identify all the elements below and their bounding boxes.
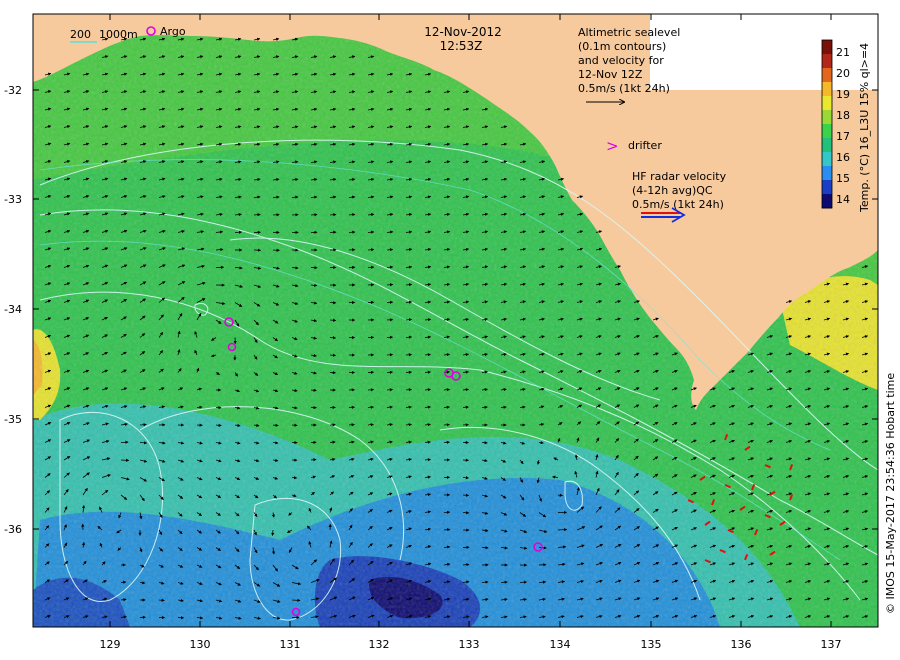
argo-legend-label: Argo — [160, 25, 186, 38]
y-tick-label: -33 — [4, 193, 22, 206]
velocity-arrow — [196, 405, 203, 409]
velocity-arrow — [462, 405, 469, 409]
velocity-arrow — [253, 213, 261, 217]
x-tick-label: 132 — [369, 638, 390, 651]
velocity-arrow — [139, 441, 148, 445]
x-tick-label: 137 — [821, 638, 842, 651]
colorbar-swatch — [822, 40, 832, 55]
y-tick-label: -35 — [4, 413, 22, 426]
hf-line-2: (4-12h avg)QC — [632, 184, 713, 197]
sst-map: 129 130 131 132 133 134 135 136 137 -32 … — [4, 13, 897, 651]
velocity-arrow — [139, 423, 147, 427]
x-tick-label: 129 — [100, 638, 121, 651]
colorbar-swatch — [822, 110, 832, 125]
velocity-arrow — [386, 283, 394, 287]
drifter-legend-icon: > — [606, 137, 619, 155]
colorbar-swatch — [822, 194, 832, 209]
velocity-arrow — [348, 230, 356, 234]
velocity-arrow — [367, 248, 375, 252]
velocity-arrow — [462, 476, 470, 480]
y-axis-labels: -32 -33 -34 -35 -36 — [4, 84, 22, 536]
altimetry-line-2: (0.1m contours) — [578, 40, 666, 53]
y-tick-label: -32 — [4, 84, 22, 97]
plot-area — [33, 14, 878, 627]
velocity-arrow — [557, 528, 568, 532]
colorbar-tick: 20 — [836, 67, 850, 80]
velocity-arrow — [443, 405, 450, 409]
colorbar-tick: 19 — [836, 88, 850, 101]
map-time: 12:53Z — [440, 39, 483, 53]
x-tick-label: 131 — [280, 638, 301, 651]
velocity-arrow — [310, 388, 317, 392]
colorbar-swatch — [822, 54, 832, 69]
scale-1000-label: 1000m — [99, 28, 138, 41]
colorbar-tick: 15 — [836, 172, 850, 185]
y-tick-label: -36 — [4, 523, 22, 536]
velocity-arrow — [367, 405, 374, 409]
x-tick-label: 135 — [641, 638, 662, 651]
hf-line-1: HF radar velocity — [632, 170, 727, 183]
y-tick-label: -34 — [4, 303, 22, 316]
colorbar-tick: 16 — [836, 151, 850, 164]
velocity-arrow — [462, 493, 470, 497]
colorbar-swatch — [822, 124, 832, 139]
velocity-arrow — [329, 318, 337, 322]
colorbar-tick: 18 — [836, 109, 850, 122]
altimetry-line-5: 0.5m/s (1kt 24h) — [578, 82, 670, 95]
velocity-arrow — [329, 213, 337, 217]
velocity-arrow — [291, 598, 301, 602]
velocity-arrow — [519, 580, 528, 584]
altimetry-line-1: Altimetric sealevel — [578, 26, 680, 39]
velocity-arrow — [329, 336, 337, 340]
velocity-arrow — [348, 423, 355, 427]
velocity-arrow — [271, 529, 275, 537]
velocity-arrow — [158, 598, 165, 602]
x-tick-label: 133 — [459, 638, 480, 651]
colorbar-swatch — [822, 96, 832, 111]
credit-text: © IMOS 15-May-2017 23:54:36 Hobart time — [884, 373, 897, 614]
velocity-arrow — [405, 353, 413, 357]
altimetry-line-4: 12-Nov 12Z — [578, 68, 643, 81]
velocity-arrow — [500, 580, 508, 584]
colorbar-swatch — [822, 152, 832, 167]
x-tick-label: 136 — [731, 638, 752, 651]
velocity-arrow — [500, 405, 507, 409]
altimetry-line-3: and velocity for — [578, 54, 664, 67]
colorbar-swatch — [822, 180, 832, 195]
drifter-legend-label: drifter — [628, 139, 662, 152]
map-date: 12-Nov-2012 — [424, 25, 502, 39]
velocity-arrow — [310, 213, 318, 217]
velocity-arrow — [310, 458, 317, 462]
colorbar-swatch — [822, 138, 832, 153]
colorbar-swatch — [822, 68, 832, 83]
x-tick-label: 134 — [550, 638, 571, 651]
velocity-arrow — [405, 370, 413, 374]
x-tick-label: 130 — [190, 638, 211, 651]
velocity-arrow — [386, 388, 394, 392]
colorbar-tick: 21 — [836, 46, 850, 59]
x-axis-labels: 129 130 131 132 133 134 135 136 137 — [100, 638, 842, 651]
colorbar-swatches — [822, 40, 832, 209]
colorbar-swatch — [822, 166, 832, 181]
colorbar-tick: 17 — [836, 130, 850, 143]
hf-line-3: 0.5m/s (1kt 24h) — [632, 198, 724, 211]
colorbar-swatch — [822, 82, 832, 97]
scale-200-label: 200 — [70, 28, 91, 41]
colorbar-label: Temp. (°C) 16_L3U 15% ql>=4 — [858, 43, 871, 213]
